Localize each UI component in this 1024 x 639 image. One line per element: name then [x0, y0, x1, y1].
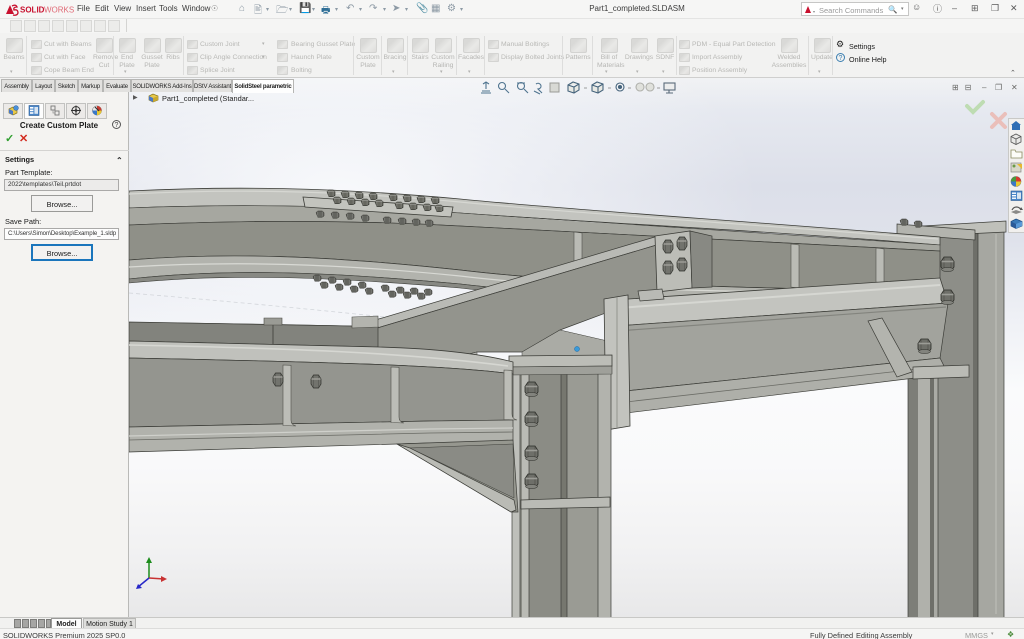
- svg-text:SOLID: SOLID: [20, 6, 45, 15]
- svg-text:WORKS: WORKS: [44, 6, 74, 15]
